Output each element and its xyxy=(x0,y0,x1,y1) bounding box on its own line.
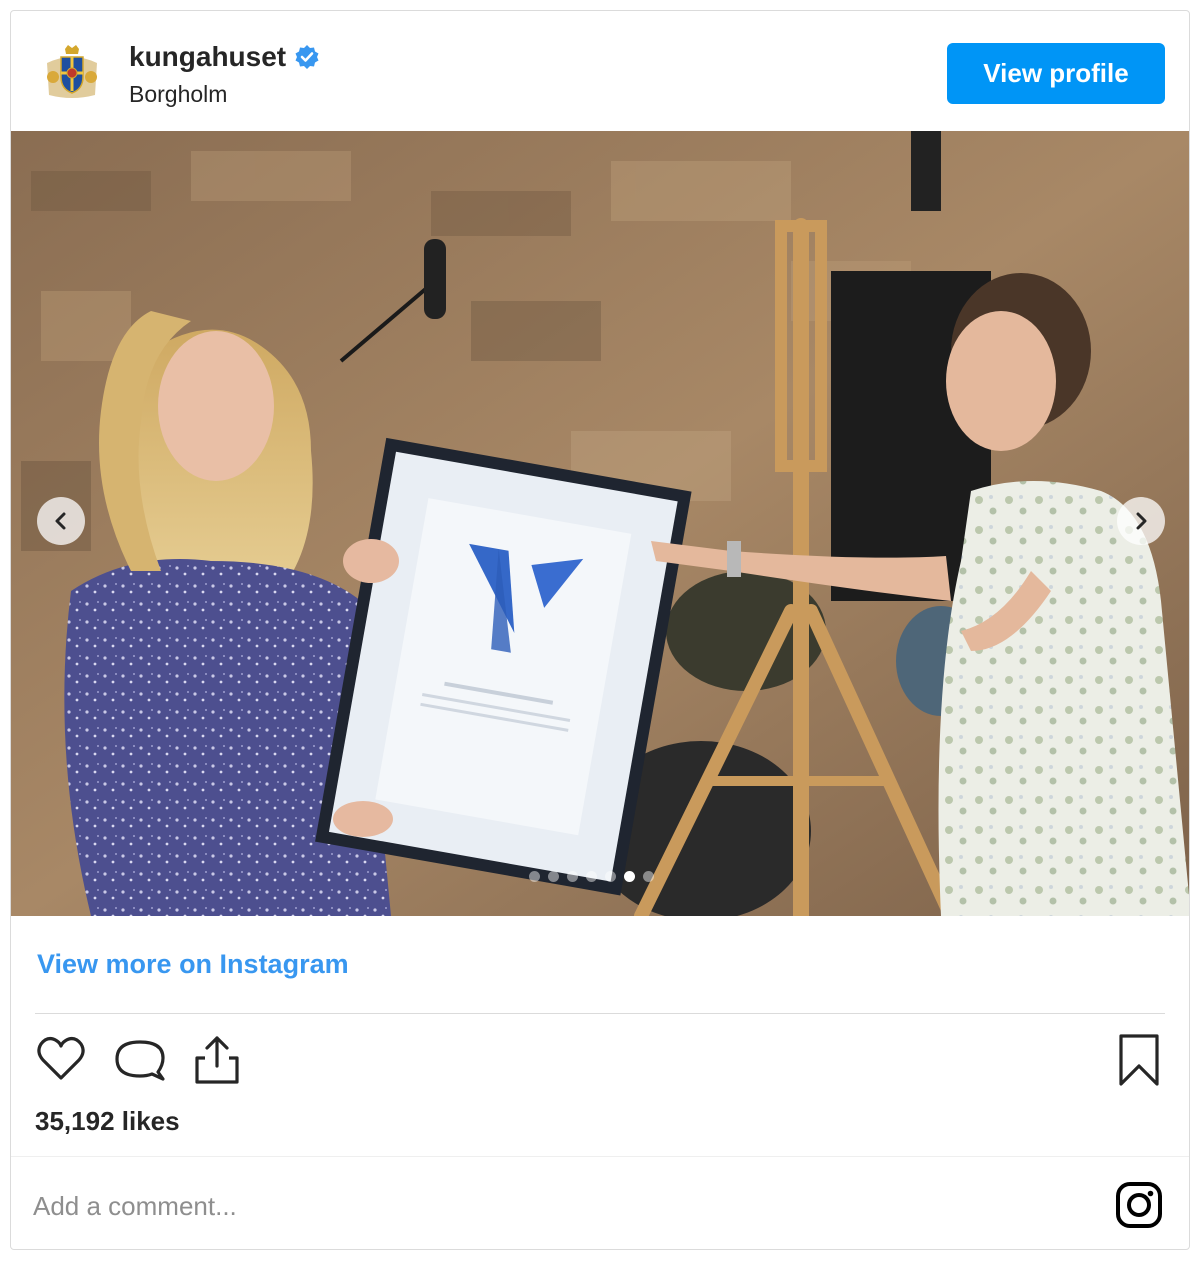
bookmark-icon xyxy=(1119,1034,1159,1086)
divider xyxy=(35,1013,1165,1014)
comment-button[interactable] xyxy=(111,1032,167,1088)
instagram-logo-icon xyxy=(1116,1182,1162,1228)
post-photo[interactable] xyxy=(11,131,1189,916)
save-button[interactable] xyxy=(1111,1032,1167,1088)
carousel-dot xyxy=(624,871,635,882)
username-link[interactable]: kungahuset xyxy=(129,41,286,73)
verified-badge-icon xyxy=(295,45,319,69)
post-header: kungahuset Borgholm View profile xyxy=(11,11,1189,131)
instagram-embed-card: kungahuset Borgholm View profile View mo… xyxy=(10,10,1190,1250)
carousel-dot xyxy=(586,871,597,882)
chevron-right-icon xyxy=(1136,512,1147,530)
carousel-dot xyxy=(643,871,654,882)
comment-bubble-icon xyxy=(115,1040,165,1081)
carousel-dot xyxy=(605,871,616,882)
chevron-left-icon xyxy=(55,512,66,530)
view-more-on-instagram-link[interactable]: View more on Instagram xyxy=(37,949,349,980)
share-icon xyxy=(195,1036,239,1084)
royal-coat-of-arms-logo xyxy=(47,45,97,98)
like-button[interactable] xyxy=(33,1032,89,1088)
carousel-dot xyxy=(567,871,578,882)
username-row: kungahuset xyxy=(129,41,320,73)
avatar[interactable] xyxy=(41,41,103,103)
carousel-prev-button[interactable] xyxy=(37,497,85,545)
action-bar xyxy=(11,1026,1189,1090)
view-profile-button[interactable]: View profile xyxy=(947,43,1165,104)
share-button[interactable] xyxy=(189,1032,245,1088)
instagram-logo-button[interactable] xyxy=(1115,1181,1163,1229)
comment-input[interactable] xyxy=(33,1185,933,1227)
carousel-dot xyxy=(529,871,540,882)
location-link[interactable]: Borgholm xyxy=(129,81,227,108)
carousel-indicator xyxy=(529,871,654,882)
carousel-next-button[interactable] xyxy=(1117,497,1165,545)
award-ceremony-photo xyxy=(11,131,1189,916)
heart-icon xyxy=(37,1037,85,1080)
comment-bar xyxy=(11,1157,1189,1249)
likes-count[interactable]: 35,192 likes xyxy=(35,1106,180,1137)
carousel-dot xyxy=(548,871,559,882)
